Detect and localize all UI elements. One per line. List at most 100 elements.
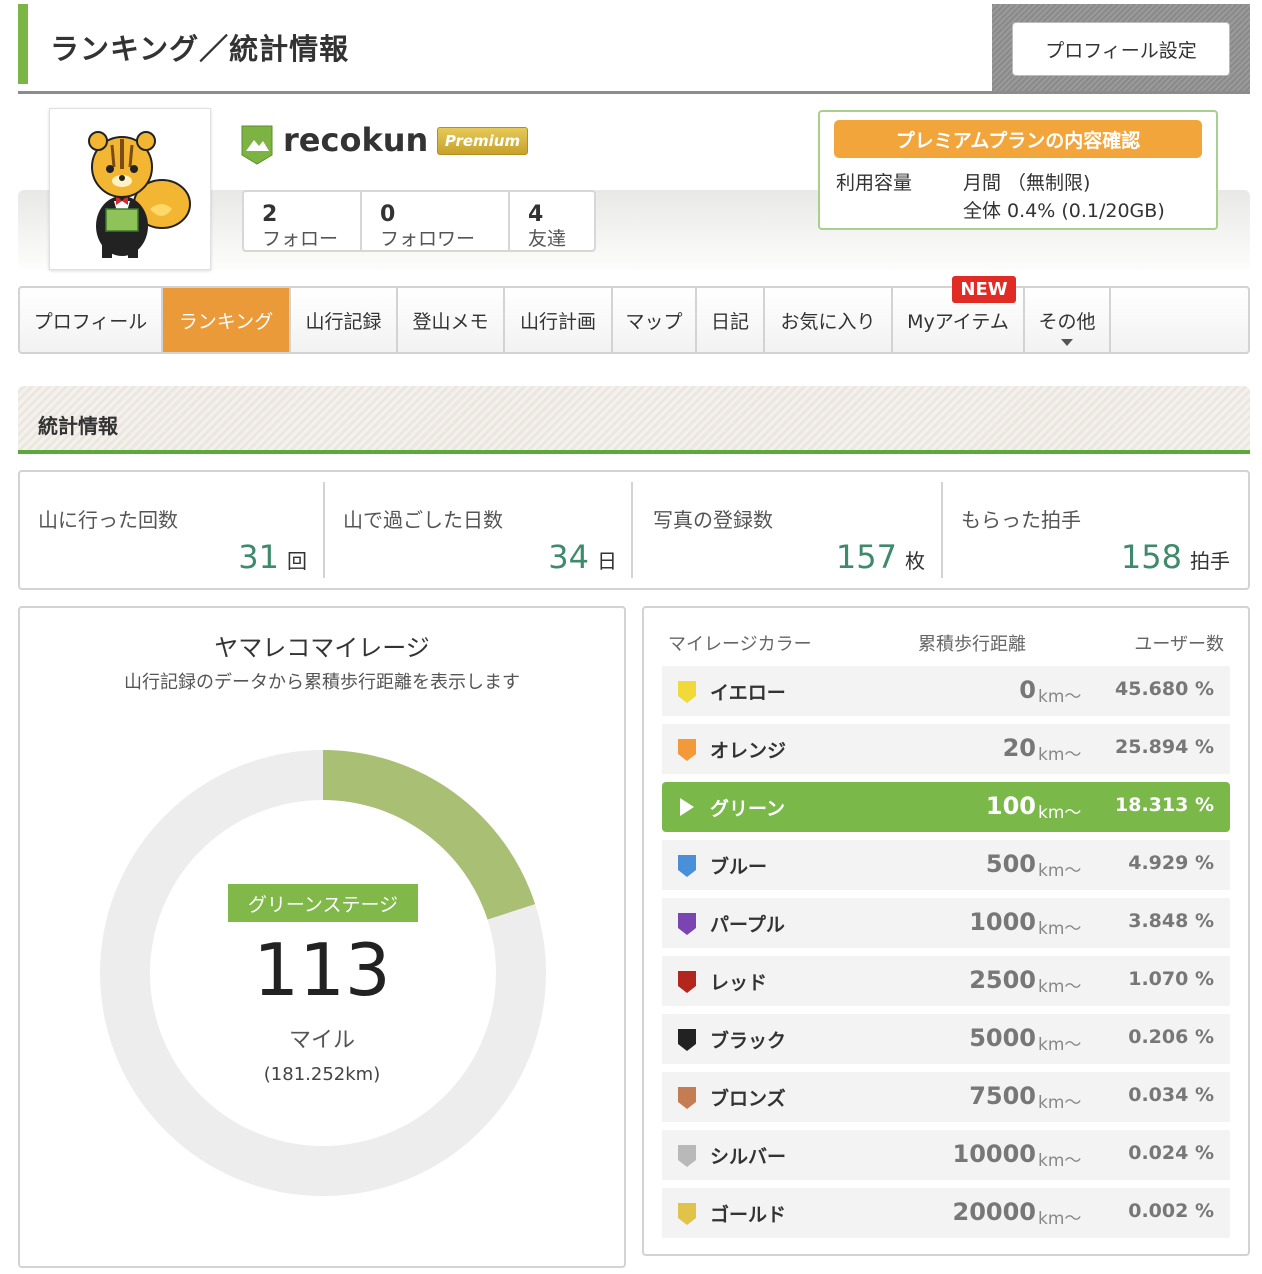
color-shield-icon: [678, 1087, 696, 1109]
page-title: ランキング／統計情報: [50, 32, 350, 66]
distance-value: 20: [1002, 734, 1036, 762]
header-distance: 累積歩行距離: [918, 634, 1026, 655]
storage-total: 全体 0.4% (0.1/20GB): [963, 200, 1165, 222]
table-row: イエロー 0 km〜 45.680 %: [662, 666, 1230, 716]
stat-value: 158 拍手: [1121, 538, 1230, 576]
stat-trips: 山に行った回数 31 回: [20, 482, 325, 578]
distance-value: 0: [1019, 676, 1036, 704]
chevron-down-icon: [1061, 339, 1073, 346]
tab-diary[interactable]: 日記: [697, 288, 765, 352]
mileage-title: ヤマレコマイレージ: [214, 634, 430, 662]
stat-unit: 回: [287, 549, 307, 573]
distance-value: 5000: [969, 1024, 1036, 1052]
table-row: ブロンズ 7500 km〜 0.034 %: [662, 1072, 1230, 1122]
color-name: イエロー: [710, 682, 786, 704]
tab-other-label: その他: [1038, 310, 1096, 333]
following-label: フォロー: [262, 228, 339, 250]
stat-number: 157: [835, 538, 897, 576]
avatar[interactable]: [49, 108, 211, 270]
color-name: オレンジ: [710, 740, 787, 762]
user-percentage: 25.894 %: [1115, 736, 1214, 758]
play-icon: [680, 798, 694, 816]
follower-label: フォロワー: [380, 228, 476, 250]
tab-plans[interactable]: 山行計画: [505, 288, 613, 352]
color-name: レッド: [710, 972, 768, 994]
tab-memo[interactable]: 登山メモ: [398, 288, 505, 352]
tab-ranking[interactable]: ランキング: [163, 288, 291, 352]
stat-label: 山で過ごした日数: [343, 508, 503, 532]
color-shield-icon: [678, 1029, 696, 1051]
color-name: パープル: [710, 914, 785, 936]
color-shield-icon: [678, 913, 696, 935]
stat-number: 34: [548, 538, 589, 576]
stat-applause: もらった拍手 158 拍手: [943, 482, 1248, 578]
distance-unit: km〜: [1038, 1093, 1082, 1113]
user-percentage: 1.070 %: [1128, 968, 1214, 990]
settings-area: プロフィール設定: [992, 4, 1250, 91]
tab-other[interactable]: その他: [1025, 288, 1111, 352]
color-name: シルバー: [710, 1146, 787, 1168]
user-percentage: 0.024 %: [1128, 1142, 1214, 1164]
mileage-panel: ヤマレコマイレージ 山行記録のデータから累積歩行距離を表示します グリーンステー…: [18, 606, 626, 1268]
header-users: ユーザー数: [1134, 634, 1224, 655]
user-percentage: 3.848 %: [1128, 910, 1214, 932]
distance-value: 500: [985, 850, 1036, 878]
table-row: シルバー 10000 km〜 0.024 %: [662, 1130, 1230, 1180]
stat-label: もらった拍手: [961, 508, 1081, 532]
friends-label: 友達: [528, 228, 567, 250]
distance-unit: km〜: [1038, 1209, 1082, 1229]
tab-map[interactable]: マップ: [613, 288, 697, 352]
table-row: ブルー 500 km〜 4.929 %: [662, 840, 1230, 890]
premium-plan-button[interactable]: プレミアムプランの内容確認: [834, 120, 1202, 158]
header-color: マイレージカラー: [668, 634, 812, 655]
friends-count[interactable]: 4 友達: [510, 192, 594, 250]
username[interactable]: recokun: [283, 121, 428, 159]
stat-value: 157 枚: [836, 538, 925, 576]
stat-label: 山に行った回数: [38, 508, 178, 532]
color-name: グリーン: [710, 798, 786, 820]
user-percentage: 0.034 %: [1128, 1084, 1214, 1106]
table-row: ゴールド 20000 km〜 0.002 %: [662, 1188, 1230, 1238]
following-count[interactable]: 2 フォロー: [244, 192, 362, 250]
tab-records[interactable]: 山行記録: [291, 288, 398, 352]
follower-count[interactable]: 0 フォロワー: [362, 192, 510, 250]
table-row: ブラック 5000 km〜 0.206 %: [662, 1014, 1230, 1064]
distance-unit: km〜: [1038, 1035, 1082, 1055]
distance-unit: km〜: [1038, 861, 1082, 881]
distance-value: 1000: [969, 908, 1036, 936]
user-percentage: 4.929 %: [1128, 852, 1214, 874]
page-header: ランキング／統計情報 プロフィール設定: [18, 4, 1250, 94]
stat-divider: [631, 482, 633, 578]
miles-value: 113: [253, 928, 391, 1012]
new-badge: NEW: [952, 276, 1016, 303]
stat-number: 158: [1120, 538, 1182, 576]
user-level-icon: [241, 125, 273, 165]
tab-favorites[interactable]: お気に入り: [765, 288, 893, 352]
mileage-color-table: マイレージカラー 累積歩行距離 ユーザー数 イエロー 0 km〜 45.680 % オレ…: [642, 606, 1250, 1256]
stage-badge: グリーンステージ: [228, 884, 418, 922]
distance-value: 10000: [952, 1140, 1037, 1168]
miles-km: (181.252km): [263, 1064, 381, 1085]
follow-counts: 2 フォロー 0 フォロワー 4 友達: [242, 190, 596, 252]
table-row: グリーン 100 km〜 18.313 %: [662, 782, 1230, 832]
stat-unit: 枚: [905, 549, 925, 573]
color-shield-icon: [678, 681, 696, 703]
user-percentage: 18.313 %: [1115, 794, 1214, 816]
profile-settings-button[interactable]: プロフィール設定: [1012, 22, 1230, 76]
premium-badge: Premium: [437, 127, 528, 155]
stat-value: 34 日: [548, 538, 617, 576]
color-name: ブラック: [710, 1030, 787, 1052]
stat-unit: 日: [597, 549, 617, 573]
header-accent-bar: [18, 4, 28, 84]
stat-number: 31: [238, 538, 279, 576]
color-name: ブルー: [710, 856, 768, 878]
stat-days: 山で過ごした日数 34 日: [325, 482, 635, 578]
table-row: オレンジ 20 km〜 25.894 %: [662, 724, 1230, 774]
distance-value: 2500: [969, 966, 1036, 994]
distance-value: 100: [985, 792, 1036, 820]
distance-unit: km〜: [1038, 977, 1082, 997]
color-name: ゴールド: [710, 1204, 787, 1226]
tab-profile[interactable]: プロフィール: [20, 288, 163, 352]
color-shield-icon: [678, 739, 696, 761]
storage-monthly: 月間 （無制限): [963, 172, 1091, 194]
